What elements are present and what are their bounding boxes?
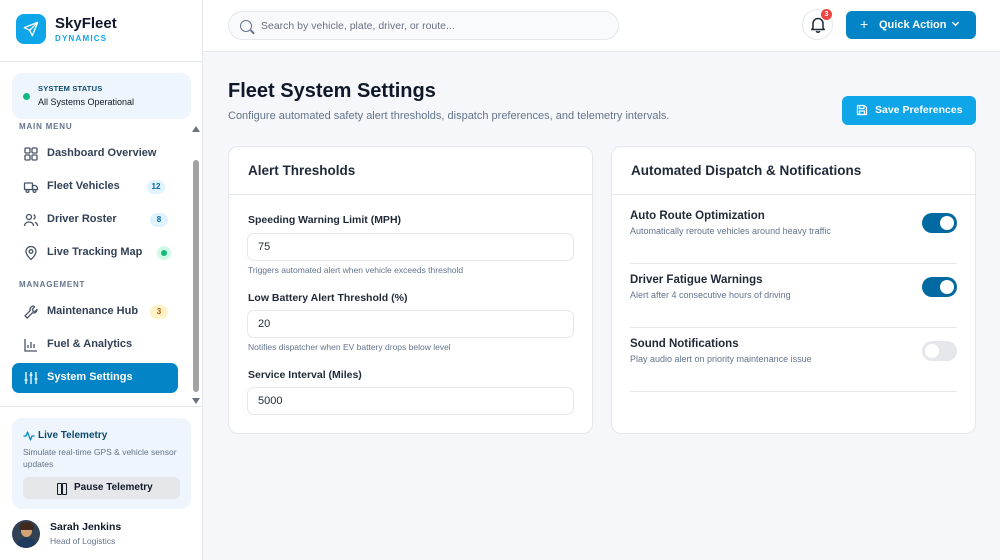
nav-section-management: MANAGEMENT: [19, 280, 86, 289]
scroll-thumb[interactable]: [193, 160, 199, 392]
divider: [229, 194, 592, 195]
notification-count-badge: 3: [821, 9, 832, 20]
card-title: Alert Thresholds: [248, 163, 356, 178]
brand-subtitle: DYNAMICS: [55, 34, 108, 43]
activity-icon: [23, 431, 35, 441]
avatar: [12, 520, 40, 548]
nav-item-dashboard[interactable]: Dashboard Overview: [12, 139, 178, 169]
search-bar[interactable]: [228, 11, 619, 40]
telemetry-title: Live Telemetry: [38, 430, 108, 441]
divider: [612, 194, 975, 195]
status-dot: [23, 93, 30, 100]
page-title: Fleet System Settings: [228, 80, 436, 102]
status-label: SYSTEM STATUS: [38, 84, 103, 93]
nav-item-fuel-analytics[interactable]: Fuel & Analytics: [12, 330, 178, 360]
pause-telemetry-label: Pause Telemetry: [74, 482, 153, 493]
auto-route-toggle[interactable]: [922, 213, 957, 233]
wrench-icon: [24, 305, 38, 319]
toggle-knob: [940, 280, 954, 294]
low-battery-input[interactable]: [247, 310, 574, 338]
grid-icon: [24, 147, 38, 161]
nav-item-system-settings[interactable]: System Settings: [12, 363, 178, 393]
scroll-down-arrow-icon[interactable]: [192, 398, 200, 404]
divider: [630, 391, 957, 392]
nav-item-label: Driver Roster: [47, 213, 117, 225]
nav-menu: MAIN MENU Dashboard Overview Fleet Vehic…: [0, 120, 203, 406]
divider: [0, 61, 203, 62]
low-battery-label: Low Battery Alert Threshold (%): [248, 292, 408, 304]
truck-icon: [23, 182, 39, 194]
telemetry-card: Live Telemetry Simulate real-time GPS & …: [12, 418, 191, 509]
nav-item-label: System Settings: [47, 371, 133, 383]
search-icon: [240, 20, 252, 32]
scroll-up-arrow-icon[interactable]: [192, 126, 200, 132]
speeding-limit-input[interactable]: [247, 233, 574, 261]
plus-icon: +: [860, 16, 869, 32]
count-badge: 8: [150, 213, 168, 227]
nav-item-live-tracking[interactable]: Live Tracking Map: [12, 238, 178, 268]
users-icon: [23, 213, 39, 227]
send-icon: [16, 14, 46, 44]
nav-item-fleet-vehicles[interactable]: Fleet Vehicles 12: [12, 172, 178, 202]
bar-chart-icon: [24, 339, 37, 352]
chevron-down-icon: [951, 21, 960, 27]
page-subtitle: Configure automated safety alert thresho…: [228, 110, 670, 122]
live-indicator: [157, 246, 171, 260]
system-status-card: SYSTEM STATUS All Systems Operational: [12, 73, 191, 119]
alert-thresholds-card: Alert Thresholds Speeding Warning Limit …: [228, 146, 593, 434]
map-pin-icon: [25, 245, 37, 261]
dispatch-notifications-card: Automated Dispatch & Notifications Auto …: [611, 146, 976, 434]
quick-action-label: Quick Action: [879, 19, 947, 31]
top-header: 3 + Quick Action: [203, 0, 1000, 52]
save-preferences-label: Save Preferences: [875, 104, 963, 116]
setting-row-sound-notifications: Sound Notifications Play audio alert on …: [630, 328, 957, 392]
setting-description: Automatically reroute vehicles around he…: [630, 226, 831, 236]
search-input[interactable]: [261, 17, 601, 35]
sidebar-scrollbar[interactable]: [190, 124, 202, 406]
nav-item-label: Fuel & Analytics: [47, 338, 133, 350]
user-role: Head of Logistics: [50, 536, 116, 546]
nav-item-maintenance[interactable]: Maintenance Hub 3: [12, 297, 178, 327]
service-interval-input[interactable]: [247, 387, 574, 415]
count-badge: 3: [150, 305, 168, 319]
toggle-knob: [940, 216, 954, 230]
nav-section-main: MAIN MENU: [19, 122, 73, 131]
notifications-button[interactable]: 3: [802, 9, 833, 40]
brand[interactable]: SkyFleet DYNAMICS: [16, 14, 117, 44]
nav-item-driver-roster[interactable]: Driver Roster 8: [12, 205, 178, 235]
toggle-knob: [925, 344, 939, 358]
divider: [0, 406, 203, 407]
sound-notifications-toggle[interactable]: [922, 341, 957, 361]
sliders-icon: [24, 372, 38, 384]
brand-name: SkyFleet: [55, 15, 117, 32]
save-icon: [856, 104, 868, 116]
speeding-limit-label: Speeding Warning Limit (MPH): [248, 214, 402, 226]
nav-item-label: Dashboard Overview: [47, 147, 157, 159]
quick-action-button[interactable]: + Quick Action: [846, 11, 976, 39]
nav-item-label: Fleet Vehicles: [47, 180, 120, 192]
setting-row-fatigue-warnings: Driver Fatigue Warnings Alert after 4 co…: [630, 264, 957, 328]
setting-title: Auto Route Optimization: [630, 210, 765, 222]
setting-description: Play audio alert on priority maintenance…: [630, 354, 812, 364]
fatigue-warnings-toggle[interactable]: [922, 277, 957, 297]
count-badge: 12: [147, 180, 165, 194]
status-value: All Systems Operational: [38, 97, 135, 107]
save-preferences-button[interactable]: Save Preferences: [842, 96, 976, 125]
setting-description: Alert after 4 consecutive hours of drivi…: [630, 290, 791, 300]
setting-row-auto-route: Auto Route Optimization Automatically re…: [630, 200, 957, 264]
service-interval-label: Service Interval (Miles): [248, 369, 362, 381]
telemetry-description: Simulate real-time GPS & vehicle sensor …: [23, 447, 177, 469]
speeding-limit-hint: Triggers automated alert when vehicle ex…: [248, 265, 464, 275]
card-title: Automated Dispatch & Notifications: [631, 163, 862, 178]
nav-item-label: Maintenance Hub: [47, 305, 139, 317]
user-profile[interactable]: Sarah Jenkins Head of Logistics: [12, 518, 192, 552]
nav-item-label: Live Tracking Map: [47, 246, 143, 258]
user-name: Sarah Jenkins: [50, 521, 122, 533]
setting-title: Sound Notifications: [630, 338, 739, 350]
setting-title: Driver Fatigue Warnings: [630, 274, 763, 286]
sidebar: SkyFleet DYNAMICS SYSTEM STATUS All Syst…: [0, 0, 203, 560]
low-battery-hint: Notifies dispatcher when EV battery drop…: [248, 342, 451, 352]
pause-telemetry-button[interactable]: Pause Telemetry: [23, 477, 180, 499]
pause-icon: [57, 483, 67, 495]
